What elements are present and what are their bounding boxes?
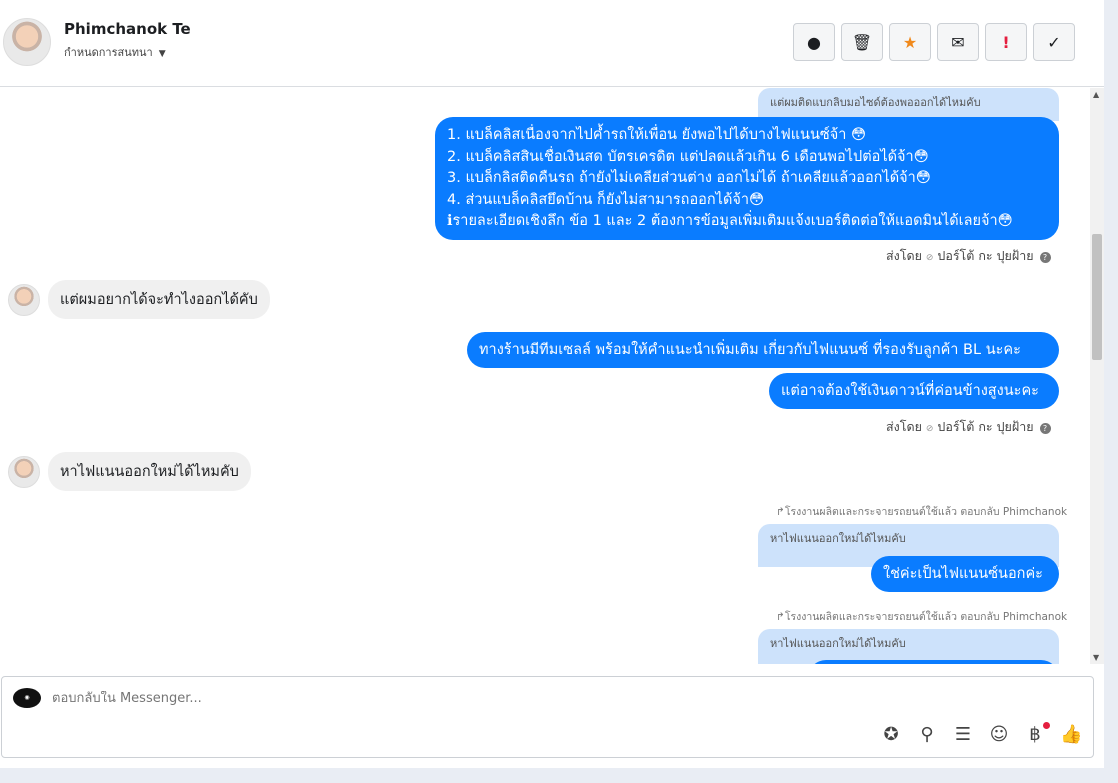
composer-tools: ✪ ⚲ ☰ ☺ ฿ 👍	[880, 722, 1082, 745]
message-thread[interactable]: แต่ผมติดแบกลิบมอไซด์ต้องพอออกได้ไหมคับ 1…	[0, 88, 1090, 664]
contact-avatar-small[interactable]	[8, 456, 40, 488]
message-line: ℹรายละเอียดเชิงลึก ข้อ 1 และ 2 ต้องการข้…	[447, 213, 1013, 229]
reply-note: ↱โรงงานผลิตและกระจายรถยนต์ใช้แล้ว ตอบกลั…	[776, 608, 1067, 625]
message-line: 2. แบล็คลิสสินเชื่อเงินสด บัตรเครดิต แต่…	[447, 148, 929, 165]
outgoing-message-partial	[808, 660, 1059, 664]
header-actions: ● 🗑 ★ ✉ ! ✓	[793, 23, 1075, 61]
outgoing-message: 1. แบล็คลิสเนื่องจากไปค้ำรถให้เพื่อน ยัง…	[435, 117, 1059, 240]
reply-note-text: โรงงานผลิตและกระจายรถยนต์ใช้แล้ว ตอบกลับ…	[784, 506, 1068, 518]
help-icon[interactable]: ?	[1039, 423, 1051, 434]
outgoing-message: ทางร้านมีทีมเซลล์ พร้อมให้คำแนะนำเพิ่มเต…	[467, 332, 1059, 368]
sticker-icon[interactable]: ✪	[880, 724, 902, 745]
outgoing-message: ใช่ค่ะเป็นไฟแนนซ์นอกค่ะ	[871, 556, 1059, 592]
scroll-up-icon[interactable]: ▲	[1093, 90, 1099, 99]
message-line: 3. แบล็กลิสติดคืนรถ ถ้ายังไม่เคลียส่วนต่…	[447, 170, 931, 186]
star-icon: ★	[902, 32, 918, 52]
scroll-down-icon[interactable]: ▼	[1093, 653, 1099, 662]
inbox-panel: Phimchanok Te กำหนดการสนทนา ▼ ● 🗑 ★ ✉ ! ✓…	[0, 0, 1104, 768]
reply-arrow-icon: ↱	[776, 506, 785, 518]
thumbs-up-icon[interactable]: 👍	[1060, 724, 1082, 745]
reply-composer: ◉ ✪ ⚲ ☰ ☺ ฿ 👍	[1, 676, 1094, 758]
scroll-thumb[interactable]	[1092, 234, 1102, 360]
exclamation-icon: !	[1002, 32, 1010, 52]
trash-button[interactable]: 🗑	[841, 23, 883, 61]
message-line: 4. ส่วนแบล็คลิสยึดบ้าน ก็ยังไม่สามารถออก…	[447, 191, 765, 208]
reply-input[interactable]	[52, 691, 752, 706]
thread-scrollbar[interactable]: ▲ ▼	[1090, 88, 1104, 664]
reply-arrow-icon: ↱	[776, 611, 785, 623]
page-avatar: ◉	[13, 688, 41, 708]
envelope-icon: ✉	[951, 32, 965, 52]
reply-note: ↱โรงงานผลิตและกระจายรถยนต์ใช้แล้ว ตอบกลั…	[776, 503, 1067, 520]
sender-name: ปอร์โต้ กะ ปุยฝ้าย	[937, 419, 1034, 434]
quick-reply-icon[interactable]: ☰	[952, 724, 974, 745]
baht-icon[interactable]: ฿	[1024, 722, 1050, 745]
contact-avatar-small[interactable]	[8, 284, 40, 316]
trash-icon: 🗑	[851, 32, 873, 52]
sent-check-icon: ⊘	[925, 424, 934, 434]
sender-name: ปอร์โต้ กะ ปุยฝ้าย	[937, 248, 1034, 263]
caret-down-icon: ▼	[158, 49, 166, 59]
contact-name[interactable]: Phimchanok Te	[64, 20, 191, 38]
message-line: 1. แบล็คลิสเนื่องจากไปค้ำรถให้เพื่อน ยัง…	[447, 127, 867, 143]
assign-conversation[interactable]: กำหนดการสนทนา ▼	[64, 43, 166, 61]
check-icon: ✓	[1047, 32, 1061, 52]
contact-avatar[interactable]	[3, 18, 51, 66]
sent-check-icon: ⊘	[925, 253, 934, 263]
reply-note-text: โรงงานผลิตและกระจายรถยนต์ใช้แล้ว ตอบกลับ…	[784, 611, 1068, 623]
mark-done-button[interactable]: ✓	[1033, 23, 1075, 61]
envelope-button[interactable]: ✉	[937, 23, 979, 61]
assign-label: กำหนดการสนทนา	[64, 46, 153, 59]
sent-by-label: ส่งโดย	[886, 419, 922, 434]
star-button[interactable]: ★	[889, 23, 931, 61]
alert-circle-button[interactable]: ●	[793, 23, 835, 61]
alert-circle-icon: ●	[807, 32, 821, 52]
quoted-message: หาไฟแนนออกใหม่ได้ไหมคับ	[758, 629, 1059, 664]
important-button[interactable]: !	[985, 23, 1027, 61]
paperclip-icon[interactable]: ⚲	[916, 724, 938, 745]
emoji-icon[interactable]: ☺	[988, 724, 1010, 745]
conversation-header: Phimchanok Te กำหนดการสนทนา ▼ ● 🗑 ★ ✉ ! ✓	[0, 0, 1104, 87]
incoming-message: แต่ผมอยากได้จะทำไงออกได้คับ	[48, 280, 270, 319]
sent-by-info: ส่งโดย ⊘ ปอร์โต้ กะ ปุยฝ้าย ?	[886, 246, 1051, 266]
help-icon[interactable]: ?	[1039, 252, 1051, 263]
outgoing-message: แต่อาจต้องใช้เงินดาวน์ที่ค่อนข้างสูงนะคะ	[769, 373, 1059, 409]
sent-by-info: ส่งโดย ⊘ ปอร์โต้ กะ ปุยฝ้าย ?	[886, 417, 1051, 437]
notification-dot	[1043, 722, 1050, 729]
sent-by-label: ส่งโดย	[886, 248, 922, 263]
incoming-message: หาไฟแนนออกใหม่ได้ไหมคับ	[48, 452, 251, 491]
